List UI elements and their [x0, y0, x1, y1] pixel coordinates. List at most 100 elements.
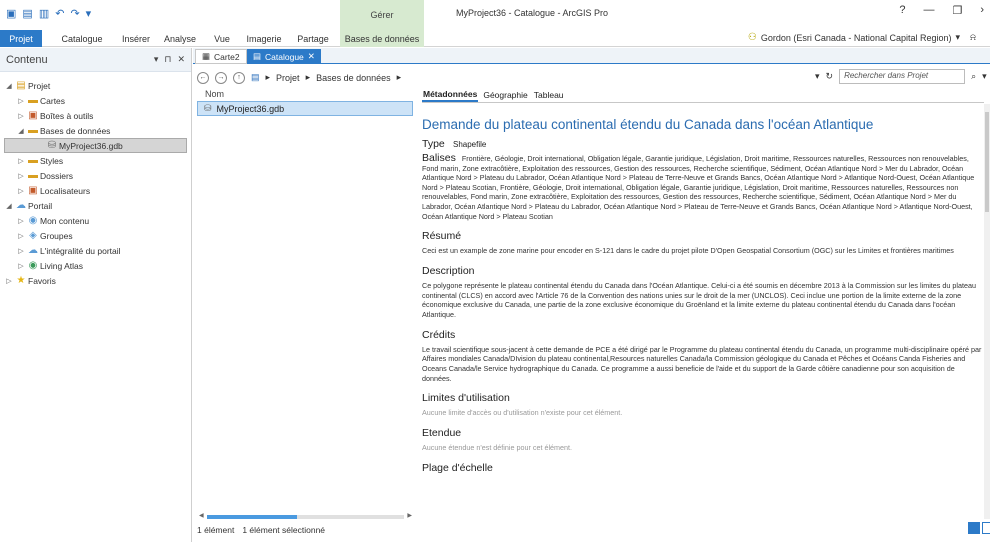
tab-metadonnees[interactable]: Métadonnées — [422, 88, 479, 102]
quick-access-toolbar: ▣ ▤ ▥ ↶ ↷ ▾ — [6, 7, 91, 20]
tab-partage[interactable]: Partage — [292, 30, 334, 47]
back-button[interactable]: ← — [197, 71, 209, 84]
collapse-arrow-icon[interactable]: ◢ — [16, 127, 26, 135]
catalog-root-icon: ▤ — [251, 72, 260, 82]
breadcrumb-separator: ▸ — [396, 72, 402, 82]
path-dropdown-icon[interactable]: ▾ — [815, 71, 820, 82]
tab-catalogue[interactable]: Catalogue — [56, 30, 108, 47]
tiles-view-icon[interactable] — [982, 522, 990, 534]
expand-arrow-icon[interactable]: ◢ — [4, 82, 14, 90]
expand-arrow-icon[interactable]: ▷ — [16, 247, 26, 255]
save-project-icon[interactable]: ▥ — [39, 7, 49, 20]
list-item[interactable]: ⛁ MyProject36.gdb — [197, 101, 413, 116]
scroll-right-icon[interactable]: ▶ — [407, 512, 412, 519]
search-input[interactable]: Rechercher dans Projet — [839, 69, 966, 84]
catalog-items-list: Nom ⛁ MyProject36.gdb — [197, 87, 413, 519]
expand-arrow-icon[interactable]: ▷ — [16, 97, 26, 105]
tree-item-cartes[interactable]: ▷ ▬ Cartes — [0, 93, 191, 108]
breadcrumb-projet[interactable]: Projet — [276, 73, 300, 83]
expand-arrow-icon[interactable]: ▷ — [16, 112, 26, 120]
expand-arrow-icon[interactable]: ▷ — [4, 277, 14, 285]
tree-item-portail[interactable]: ◢ ☁ Portail — [0, 198, 191, 213]
tab-bases-de-donnees[interactable]: Bases de données — [340, 30, 424, 47]
living-atlas-icon: ◉ — [28, 260, 38, 271]
details-view-icon[interactable] — [968, 522, 980, 534]
undo-icon[interactable]: ↶ — [55, 7, 64, 20]
expand-arrow-icon[interactable]: ▷ — [16, 217, 26, 225]
contents-header: Contenu ▾ ⊓ ✕ — [0, 48, 191, 72]
expand-arrow-icon[interactable]: ▷ — [16, 262, 26, 270]
bell-icon[interactable]: ⍾ — [970, 32, 976, 43]
toolbox-icon: ▣ — [28, 110, 38, 121]
project-icon: ▤ — [16, 80, 26, 91]
user-menu-icon[interactable]: ▾ — [956, 32, 961, 43]
tab-vue[interactable]: Vue — [208, 30, 236, 47]
tree-label: MyProject36.gdb — [59, 140, 123, 151]
tree-item-groupes[interactable]: ▷ ◈ Groupes — [0, 228, 191, 243]
tab-projet[interactable]: Projet — [0, 30, 42, 47]
scroll-thumb[interactable] — [207, 515, 297, 519]
catalog-breadcrumb-bar: ← → ↑ ▤ ▸ Projet ▸ Bases de données ▸ ▾ … — [197, 69, 987, 86]
tree-item-projet[interactable]: ◢ ▤ Projet — [0, 78, 191, 93]
tree-item-dossiers[interactable]: ▷ ▬ Dossiers — [0, 168, 191, 183]
expand-arrow-icon[interactable]: ▷ — [16, 172, 26, 180]
search-icon[interactable]: ⌕ — [971, 71, 976, 82]
tab-catalogue-view[interactable]: ▤ Catalogue ✕ — [247, 49, 321, 64]
close-tab-icon[interactable]: ✕ — [308, 51, 315, 62]
collapse-arrow-icon[interactable]: ◢ — [4, 202, 14, 210]
user-name: Gordon (Esri Canada - National Capital R… — [760, 32, 952, 43]
search-options-icon[interactable]: ▾ — [982, 71, 987, 82]
description-heading: Description — [422, 264, 475, 277]
tags-value: Frontière, Géologie, Droit international… — [422, 154, 975, 221]
locator-icon: ▣ — [28, 185, 38, 196]
tree-item-myproject36-gdb[interactable]: ⛁ MyProject36.gdb — [4, 138, 187, 153]
pin-icon[interactable]: ⊓ — [164, 54, 171, 65]
tree-label: Cartes — [40, 95, 66, 106]
minimize-button[interactable]: — — [923, 4, 934, 17]
tree-item-integralite-portail[interactable]: ▷ ☁ L'intégralité du portail — [0, 243, 191, 258]
breadcrumb-bases-de-donnees[interactable]: Bases de données — [316, 73, 391, 83]
user-account[interactable]: ⚇ Gordon (Esri Canada - National Capital… — [748, 32, 976, 43]
tab-carte2[interactable]: ▦ Carte2 — [195, 49, 247, 64]
expand-arrow-icon[interactable]: ▷ — [16, 157, 26, 165]
tree-item-styles[interactable]: ▷ ▬ Styles — [0, 153, 191, 168]
scroll-thumb[interactable] — [985, 112, 989, 212]
tree-item-localisateurs[interactable]: ▷ ▣ Localisateurs — [0, 183, 191, 198]
tree-item-boites-a-outils[interactable]: ▷ ▣ Boîtes à outils — [0, 108, 191, 123]
up-button[interactable]: ↑ — [233, 71, 245, 84]
redo-icon[interactable]: ↷ — [70, 7, 79, 20]
tree-item-living-atlas[interactable]: ▷ ◉ Living Atlas — [0, 258, 191, 273]
open-project-icon[interactable]: ▤ — [22, 7, 32, 20]
forward-button[interactable]: → — [215, 71, 227, 84]
tab-inserer[interactable]: Insérer — [116, 30, 156, 47]
groups-icon: ◈ — [29, 230, 37, 241]
refresh-icon[interactable]: ↻ — [826, 71, 834, 82]
tab-analyse[interactable]: Analyse — [160, 30, 200, 47]
database-folder-icon: ▬ — [28, 125, 38, 136]
expand-arrow-icon[interactable]: ▷ — [16, 232, 26, 240]
items-horizontal-scrollbar[interactable]: ◀ ▶ — [199, 512, 412, 520]
metadata-scrollbar[interactable] — [984, 104, 990, 519]
restore-button[interactable]: ❐ — [952, 4, 962, 17]
item-count: 1 élément — [197, 525, 235, 535]
tree-item-bases-de-donnees[interactable]: ◢ ▬ Bases de données — [0, 123, 191, 138]
window-controls: ? — ❐ › — [899, 4, 984, 17]
scale-range-heading: Plage d'échelle — [422, 461, 493, 474]
tab-geographie[interactable]: Géographie — [482, 88, 528, 102]
folder-icon: ▬ — [28, 170, 38, 181]
more-button[interactable]: › — [980, 4, 984, 17]
close-icon[interactable]: ✕ — [177, 54, 185, 65]
help-button[interactable]: ? — [899, 4, 905, 17]
new-project-icon[interactable]: ▣ — [6, 7, 16, 20]
customize-qat-icon[interactable]: ▾ — [86, 7, 92, 20]
column-header-nom[interactable]: Nom — [197, 87, 413, 101]
document-tabs: ▦ Carte2 ▤ Catalogue ✕ — [193, 48, 990, 64]
scroll-left-icon[interactable]: ◀ — [199, 512, 204, 519]
selection-count: 1 élément sélectionné — [242, 525, 326, 535]
expand-arrow-icon[interactable]: ▷ — [16, 187, 26, 195]
tree-item-mon-contenu[interactable]: ▷ ◉ Mon contenu — [0, 213, 191, 228]
tree-item-favoris[interactable]: ▷ ★ Favoris — [0, 273, 191, 288]
tab-imagerie[interactable]: Imagerie — [240, 30, 288, 47]
pane-menu-icon[interactable]: ▾ — [154, 54, 159, 65]
tab-tableau[interactable]: Tableau — [533, 88, 565, 102]
